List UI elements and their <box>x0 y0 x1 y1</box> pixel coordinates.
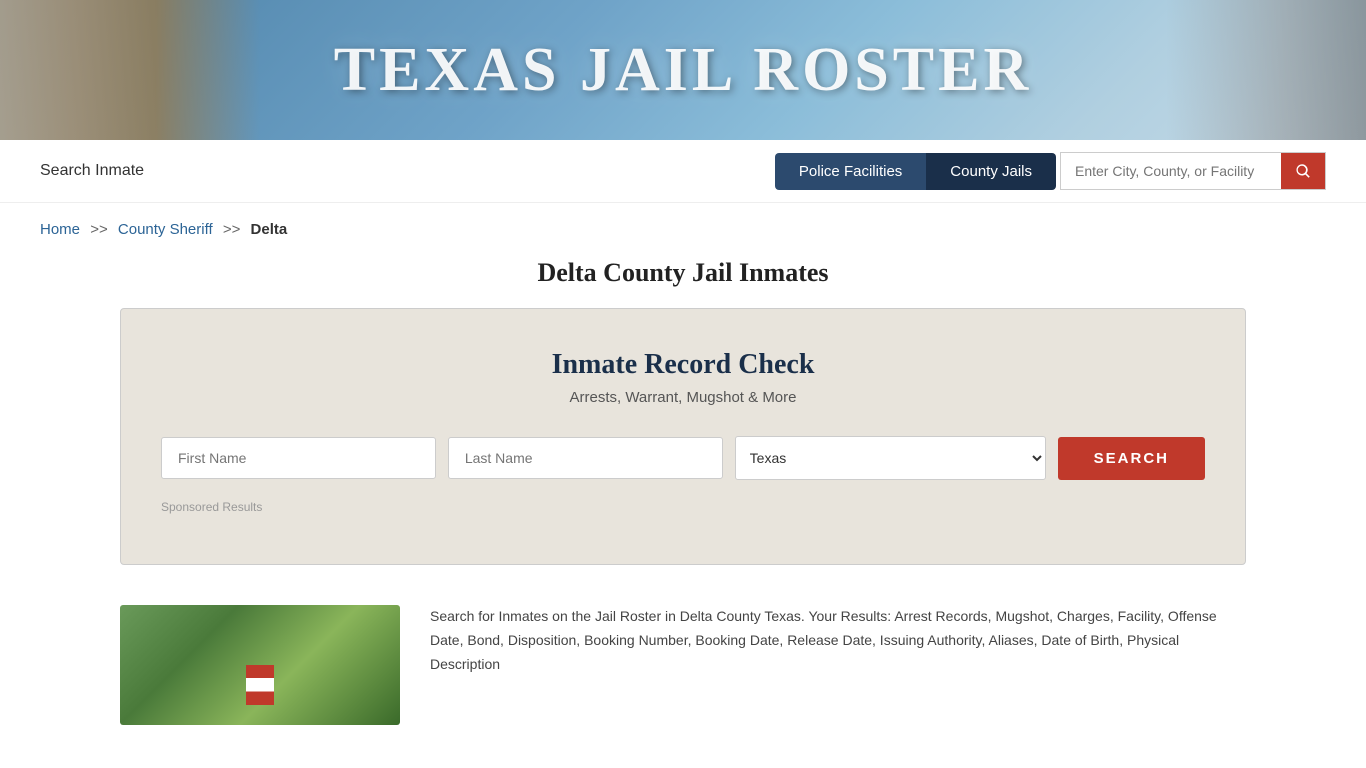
facility-search-input[interactable] <box>1061 154 1281 188</box>
navbar-search-label: Search Inmate <box>40 162 144 180</box>
navbar: Search Inmate Police Facilities County J… <box>0 140 1366 203</box>
facility-search-wrap <box>1060 152 1326 190</box>
capitol-image <box>0 0 260 140</box>
first-name-input[interactable] <box>161 437 436 479</box>
last-name-input[interactable] <box>448 437 723 479</box>
bottom-section: Search for Inmates on the Jail Roster in… <box>0 595 1366 735</box>
sponsored-label: Sponsored Results <box>161 500 1205 514</box>
record-check-box: Inmate Record Check Arrests, Warrant, Mu… <box>120 308 1246 565</box>
record-check-subtitle: Arrests, Warrant, Mugshot & More <box>161 389 1205 406</box>
police-facilities-button[interactable]: Police Facilities <box>775 153 926 190</box>
record-check-title: Inmate Record Check <box>161 349 1205 381</box>
state-select[interactable]: TexasAlabamaAlaskaArizonaArkansasCalifor… <box>735 436 1046 480</box>
texas-flag-icon <box>246 665 274 705</box>
record-check-form: TexasAlabamaAlaskaArizonaArkansasCalifor… <box>161 436 1205 480</box>
breadcrumb: Home >> County Sheriff >> Delta <box>0 203 1366 248</box>
record-search-button[interactable]: SEARCH <box>1058 437 1205 480</box>
breadcrumb-home[interactable]: Home <box>40 221 80 238</box>
breadcrumb-sep2: >> <box>223 221 241 238</box>
breadcrumb-county-sheriff[interactable]: County Sheriff <box>118 221 213 238</box>
facility-search-button[interactable] <box>1281 153 1325 189</box>
header-banner: Texas Jail Roster <box>0 0 1366 140</box>
county-jails-button[interactable]: County Jails <box>926 153 1056 190</box>
keys-image <box>1166 0 1366 140</box>
banner-title: Texas Jail Roster <box>334 35 1033 106</box>
breadcrumb-current: Delta <box>251 221 288 238</box>
page-title: Delta County Jail Inmates <box>0 258 1366 288</box>
bottom-description: Search for Inmates on the Jail Roster in… <box>430 605 1246 676</box>
bottom-image <box>120 605 400 725</box>
search-icon <box>1294 162 1312 180</box>
navbar-right: Police Facilities County Jails <box>775 152 1326 190</box>
breadcrumb-sep1: >> <box>90 221 108 238</box>
